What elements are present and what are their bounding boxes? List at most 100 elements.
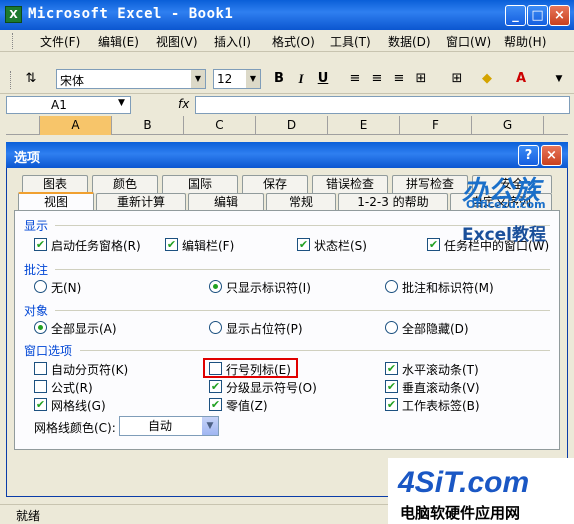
checkbox-sheet-tabs[interactable]: ✔ bbox=[385, 398, 398, 411]
label-horizontal-scroll: 水平滚动条(T) bbox=[402, 363, 479, 377]
tab-chart[interactable]: 图表 bbox=[22, 175, 88, 193]
menu-grip[interactable] bbox=[12, 33, 15, 49]
chevron-down-icon[interactable]: ▼ bbox=[118, 98, 125, 108]
formula-bar: A1 ▼ fx bbox=[0, 93, 574, 115]
label-hide-all: 全部隐藏(D) bbox=[402, 322, 469, 336]
label-page-breaks: 自动分页符(K) bbox=[51, 363, 129, 377]
column-header-b[interactable]: B bbox=[112, 116, 184, 135]
status-text: 就绪 bbox=[16, 509, 41, 523]
column-header-f[interactable]: F bbox=[400, 116, 472, 135]
column-header-row: A B C D E F G bbox=[6, 116, 568, 135]
formula-input[interactable] bbox=[195, 96, 570, 114]
column-header-g[interactable]: G bbox=[472, 116, 544, 135]
watermark-4sit-logo: 4SiT.com bbox=[398, 466, 530, 499]
chevron-down-icon[interactable]: ▼ bbox=[191, 70, 205, 88]
checkbox-horizontal-scroll[interactable]: ✔ bbox=[385, 362, 398, 375]
label-formulas: 公式(R) bbox=[51, 381, 93, 395]
menu-tools[interactable]: 工具(T) bbox=[330, 33, 371, 50]
radio-show-placeholders[interactable] bbox=[209, 321, 222, 334]
toolbar-grip[interactable] bbox=[10, 71, 13, 89]
tab-spelling[interactable]: 拼写检查 bbox=[392, 175, 468, 193]
label-indicator-only: 只显示标识符(I) bbox=[226, 281, 311, 295]
checkbox-vertical-scroll[interactable]: ✔ bbox=[385, 380, 398, 393]
checkbox-gridlines[interactable]: ✔ bbox=[34, 398, 47, 411]
label-comment-and-indicator: 批注和标识符(M) bbox=[402, 281, 494, 295]
tab-save[interactable]: 保存 bbox=[242, 175, 308, 193]
radio-show-all[interactable] bbox=[34, 321, 47, 334]
divider bbox=[55, 310, 550, 311]
borders-icon[interactable]: ⊞ bbox=[448, 70, 466, 88]
menu-help[interactable]: 帮助(H) bbox=[504, 33, 546, 50]
radio-comments-none[interactable] bbox=[34, 280, 47, 293]
menu-window[interactable]: 窗口(W) bbox=[446, 33, 491, 50]
checkbox-formulas[interactable] bbox=[34, 380, 47, 393]
select-all-corner[interactable] bbox=[6, 116, 40, 135]
name-box-value: A1 bbox=[51, 98, 67, 112]
merge-center-icon[interactable]: ⊞ bbox=[412, 70, 430, 88]
label-outline-symbols: 分级显示符号(O) bbox=[226, 381, 317, 395]
gridline-color-select[interactable]: 自动 ▼ bbox=[119, 416, 219, 436]
checkbox-status-bar[interactable]: ✔ bbox=[297, 238, 310, 251]
checkbox-row-col-headers[interactable] bbox=[209, 362, 222, 375]
label-gridlines: 网格线(G) bbox=[51, 399, 106, 413]
menu-format[interactable]: 格式(O) bbox=[272, 33, 315, 50]
radio-indicator-only[interactable] bbox=[209, 280, 222, 293]
checkbox-outline-symbols[interactable]: ✔ bbox=[209, 380, 222, 393]
column-header-d[interactable]: D bbox=[256, 116, 328, 135]
fx-icon[interactable]: fx bbox=[178, 97, 189, 111]
column-header-a[interactable]: A bbox=[40, 116, 112, 135]
tab-color[interactable]: 颜色 bbox=[92, 175, 158, 193]
bold-button[interactable]: B bbox=[270, 70, 288, 88]
font-name-value: 宋体 bbox=[60, 74, 85, 88]
name-box[interactable]: A1 bbox=[6, 96, 131, 114]
chevron-down-icon[interactable]: ▼ bbox=[246, 70, 260, 88]
radio-hide-all[interactable] bbox=[385, 321, 398, 334]
checkbox-windows-in-taskbar[interactable]: ✔ bbox=[427, 238, 440, 251]
font-name-combo[interactable]: 宋体 ▼ bbox=[56, 69, 206, 89]
tab-edit[interactable]: 编辑 bbox=[188, 193, 264, 211]
label-show-placeholders: 显示占位符(P) bbox=[226, 322, 303, 336]
tab-general[interactable]: 常规 bbox=[266, 193, 336, 211]
close-button[interactable]: × bbox=[549, 5, 570, 26]
tab-calculation[interactable]: 重新计算 bbox=[96, 193, 186, 211]
watermark-site-subtitle: 电脑软硬件应用网 bbox=[400, 504, 521, 522]
menu-bar: 文件(F) 编辑(E) 视图(V) 插入(I) 格式(O) 工具(T) 数据(D… bbox=[0, 30, 574, 52]
fill-color-icon[interactable]: ◆ bbox=[478, 70, 496, 88]
label-zero-values: 零值(Z) bbox=[226, 399, 268, 413]
checkbox-page-breaks[interactable] bbox=[34, 362, 47, 375]
menu-insert[interactable]: 插入(I) bbox=[214, 33, 251, 50]
dialog-close-button[interactable]: × bbox=[541, 145, 562, 166]
align-right-icon[interactable]: ≡ bbox=[390, 70, 408, 88]
checkbox-startup-task-pane[interactable]: ✔ bbox=[34, 238, 47, 251]
italic-button[interactable]: I bbox=[292, 70, 310, 88]
tab-error-checking[interactable]: 错误检查 bbox=[312, 175, 388, 193]
menu-file[interactable]: 文件(F) bbox=[40, 33, 80, 50]
label-status-bar: 状态栏(S) bbox=[314, 239, 367, 253]
minimize-button[interactable]: _ bbox=[505, 5, 526, 26]
checkbox-zero-values[interactable]: ✔ bbox=[209, 398, 222, 411]
dialog-title: 选项 bbox=[14, 151, 41, 166]
toolbar-options-icon[interactable]: ▼ bbox=[550, 70, 568, 88]
label-sheet-tabs: 工作表标签(B) bbox=[402, 399, 480, 413]
tab-view[interactable]: 视图 bbox=[18, 192, 94, 211]
radio-comment-and-indicator[interactable] bbox=[385, 280, 398, 293]
tab-lotus-help[interactable]: 1-2-3 的帮助 bbox=[338, 193, 448, 211]
column-header-c[interactable]: C bbox=[184, 116, 256, 135]
font-size-combo[interactable]: 12 ▼ bbox=[213, 69, 261, 89]
tab-international[interactable]: 国际 bbox=[162, 175, 238, 193]
align-left-icon[interactable]: ≡ bbox=[346, 70, 364, 88]
checkbox-formula-bar[interactable]: ✔ bbox=[165, 238, 178, 251]
menu-data[interactable]: 数据(D) bbox=[388, 33, 431, 50]
maximize-button[interactable]: □ bbox=[527, 5, 548, 26]
help-button[interactable]: ? bbox=[518, 145, 539, 166]
underline-button[interactable]: U bbox=[314, 70, 332, 88]
menu-edit[interactable]: 编辑(E) bbox=[98, 33, 139, 50]
chevron-down-icon[interactable]: ▼ bbox=[202, 417, 218, 435]
align-center-icon[interactable]: ≡ bbox=[368, 70, 386, 88]
menu-view[interactable]: 视图(V) bbox=[156, 33, 198, 50]
font-color-icon[interactable]: A bbox=[512, 70, 530, 88]
section-window-options-title: 窗口选项 bbox=[24, 344, 73, 358]
excel-app-icon[interactable]: X bbox=[5, 6, 22, 23]
sort-icon[interactable]: ⇅ bbox=[22, 70, 40, 88]
column-header-e[interactable]: E bbox=[328, 116, 400, 135]
